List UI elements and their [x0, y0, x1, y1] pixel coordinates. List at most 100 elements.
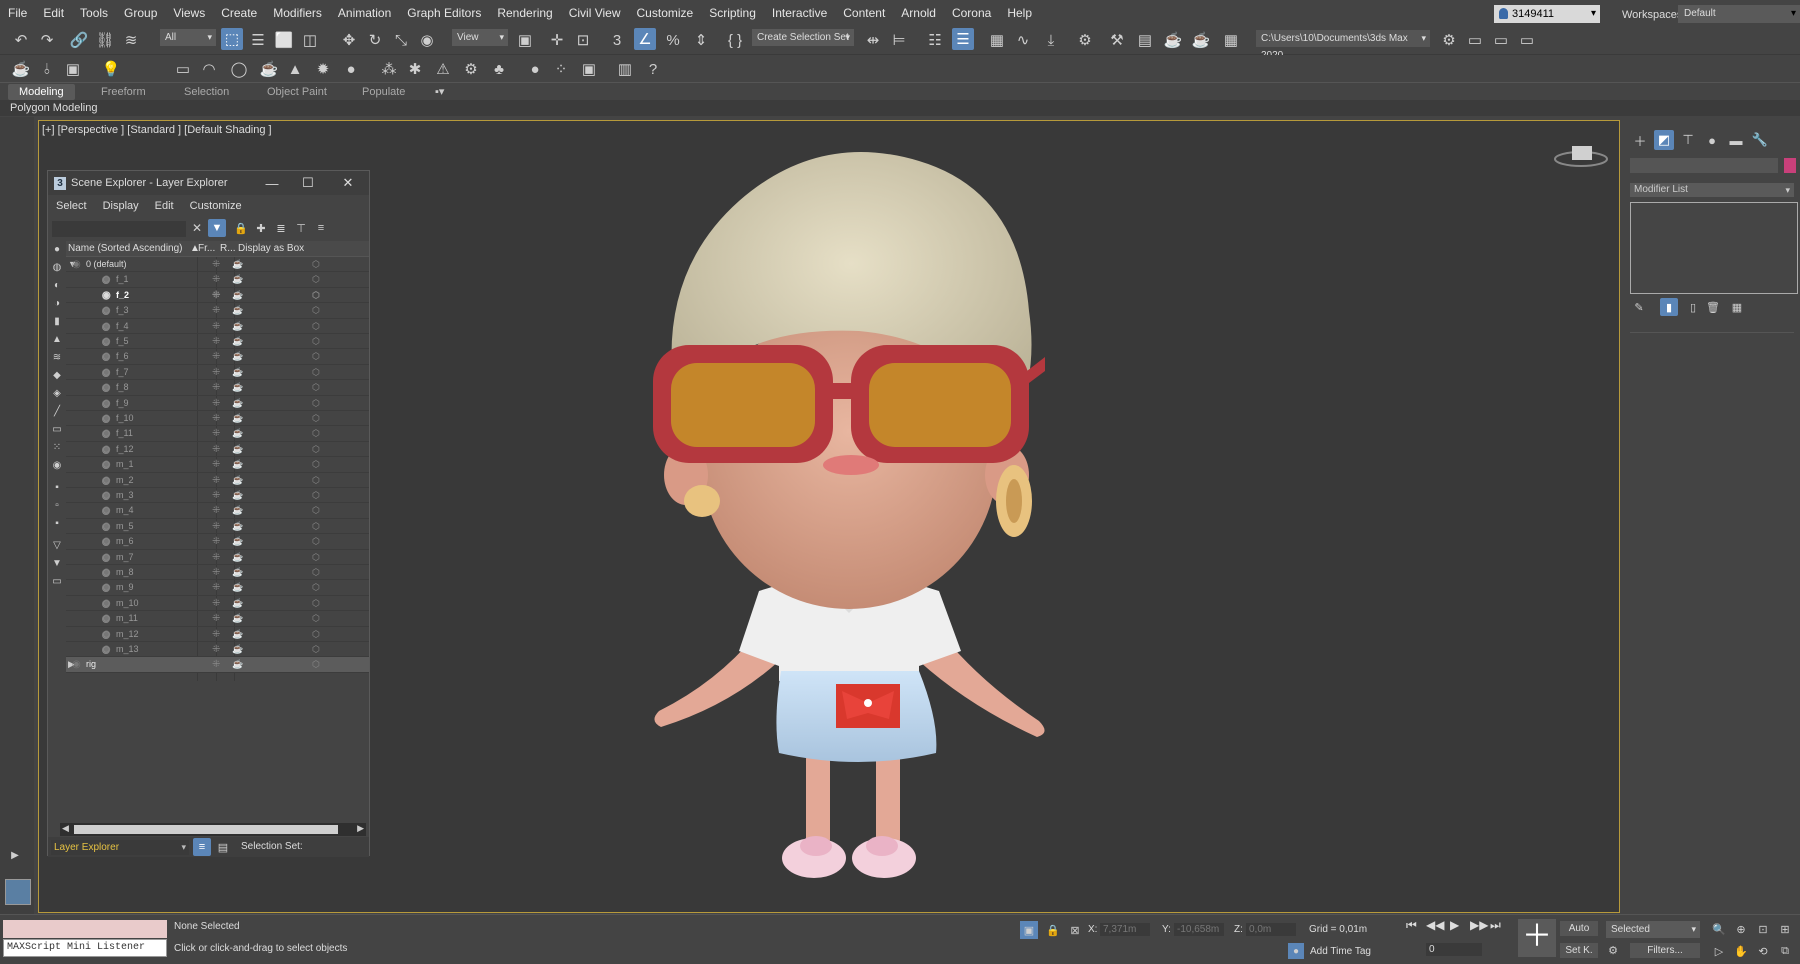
renderable-teapot-icon[interactable]: ☕: [232, 365, 243, 380]
project-folder-icon[interactable]: ▭: [1490, 29, 1512, 51]
pivot-center-icon[interactable]: ▣: [514, 29, 536, 51]
sphere-icon[interactable]: ◯: [228, 58, 250, 80]
edit-named-selection-icon[interactable]: { }: [724, 29, 746, 51]
renderable-teapot-icon[interactable]: ☕: [232, 519, 243, 534]
layer-row[interactable]: ◉ f_6 ⁜ ☕ ⬡: [66, 349, 369, 365]
column-renderable[interactable]: R...: [220, 241, 236, 257]
layer-row[interactable]: ◉ f_1 ⁜ ☕ ⬡: [66, 272, 369, 288]
visibility-eye-icon[interactable]: ◉: [102, 550, 111, 565]
renderable-teapot-icon[interactable]: ☕: [232, 473, 243, 488]
go-to-start-icon[interactable]: ⏮: [1406, 918, 1417, 933]
visibility-eye-icon[interactable]: ◉: [102, 396, 111, 411]
freeze-icon[interactable]: ⁜: [212, 380, 220, 395]
visibility-eye-icon[interactable]: ◉: [102, 565, 111, 580]
select-manipulate-icon[interactable]: ✛: [546, 29, 568, 51]
renderable-teapot-icon[interactable]: ☕: [232, 272, 243, 287]
field-of-view-icon[interactable]: ▷: [1710, 942, 1728, 960]
display-as-box-icon[interactable]: ⬡: [312, 380, 320, 395]
menu-interactive[interactable]: Interactive: [764, 0, 835, 26]
visibility-eye-icon[interactable]: ◉: [102, 365, 111, 380]
toggle-ribbon-icon[interactable]: ▦: [986, 29, 1008, 51]
freeze-icon[interactable]: ⁜: [212, 473, 220, 488]
configure-modifier-sets-icon[interactable]: ▦: [1728, 298, 1746, 316]
se-menu-display[interactable]: Display: [95, 195, 147, 217]
display-as-box-icon[interactable]: ⬡: [312, 411, 320, 426]
column-name[interactable]: Name (Sorted Ascending): [68, 241, 183, 257]
render-production-icon[interactable]: ☕: [1162, 29, 1184, 51]
visibility-eye-icon[interactable]: ◉: [102, 596, 111, 611]
select-all-icon[interactable]: ▪: [49, 479, 65, 495]
close-icon[interactable]: ✕: [328, 171, 368, 195]
rotate-icon[interactable]: ↻: [364, 29, 386, 51]
lights-filter-icon[interactable]: ◑: [49, 295, 65, 311]
align-icon[interactable]: ⊨: [888, 29, 910, 51]
visibility-eye-icon[interactable]: ◉: [102, 580, 111, 595]
visibility-eye-icon[interactable]: ◉: [72, 257, 81, 272]
show-end-result-icon[interactable]: ▮: [1660, 298, 1678, 316]
modifier-stack[interactable]: [1630, 202, 1798, 294]
layer-row[interactable]: ◉ m_4 ⁜ ☕ ⬡: [66, 503, 369, 519]
spinner-snap-icon[interactable]: ⇕: [690, 29, 712, 51]
bind-space-warp-icon[interactable]: ≋: [120, 29, 142, 51]
layer-row[interactable]: ◉ f_9 ⁜ ☕ ⬡: [66, 396, 369, 411]
display-as-box-icon[interactable]: ⬡: [312, 642, 320, 657]
percent-snap-icon[interactable]: %: [662, 29, 684, 51]
toggle-layer-explorer-icon[interactable]: ☰: [952, 28, 974, 50]
display-as-box-icon[interactable]: ⬡: [312, 319, 320, 334]
select-by-name-icon[interactable]: ☰: [247, 29, 269, 51]
create-tab-icon[interactable]: ＋: [1630, 130, 1650, 150]
visibility-eye-icon[interactable]: ◉: [102, 611, 111, 626]
display-as-box-icon[interactable]: ⬡: [312, 519, 320, 534]
lock-icon[interactable]: 🔒: [232, 219, 250, 237]
layer-row[interactable]: ◉ f_7 ⁜ ☕ ⬡: [66, 365, 369, 381]
filter-toggle-icon[interactable]: ▽: [49, 537, 65, 553]
scroll-left-icon[interactable]: ◀: [62, 823, 69, 834]
display-as-box-icon[interactable]: ⬡: [312, 565, 320, 580]
renderable-teapot-icon[interactable]: ☕: [232, 534, 243, 549]
light-icon[interactable]: 💡: [100, 58, 122, 80]
column-display-as-box[interactable]: Display as Box: [238, 241, 304, 257]
visibility-eye-icon[interactable]: ◉: [102, 426, 111, 441]
menu-content[interactable]: Content: [835, 0, 893, 26]
visibility-eye-icon[interactable]: ◉: [102, 442, 111, 457]
renderable-teapot-icon[interactable]: ☕: [232, 334, 243, 349]
display-all-icon[interactable]: ●: [49, 241, 65, 257]
make-unique-icon[interactable]: ▯: [1684, 298, 1702, 316]
clear-search-icon[interactable]: ✕: [188, 219, 206, 237]
display-as-box-icon[interactable]: ⬡: [312, 334, 320, 349]
keyboard-shortcut-override-icon[interactable]: ⊡: [572, 29, 594, 51]
maxscript-input[interactable]: MAXScript Mini Listener: [3, 939, 167, 957]
add-to-layer-icon[interactable]: ≣: [272, 219, 290, 237]
freeze-icon[interactable]: ⁜: [212, 303, 220, 318]
freeze-icon[interactable]: ⁜: [212, 596, 220, 611]
renderable-teapot-icon[interactable]: ☕: [232, 303, 243, 318]
remove-modifier-icon[interactable]: 🗑: [1704, 298, 1722, 316]
viewport-layout-thumb[interactable]: [5, 879, 31, 905]
freeze-icon[interactable]: ⁜: [212, 503, 220, 518]
visibility-eye-icon[interactable]: ◉: [102, 534, 111, 549]
visibility-eye-icon[interactable]: ◉: [102, 488, 111, 503]
shapes-filter-icon[interactable]: ◐: [49, 277, 65, 293]
tab-populate[interactable]: Populate: [351, 84, 416, 100]
menu-customize[interactable]: Customize: [629, 0, 702, 26]
filter-icon[interactable]: ▼: [208, 219, 226, 237]
new-layer-icon[interactable]: ✚: [252, 219, 270, 237]
tab-modeling[interactable]: Modeling: [8, 84, 75, 100]
move-icon[interactable]: ✥: [338, 29, 360, 51]
renderable-teapot-icon[interactable]: ☕: [232, 565, 243, 580]
render-frame-icon[interactable]: ▣: [62, 58, 84, 80]
freeze-icon[interactable]: ⁜: [212, 642, 220, 657]
layer-row[interactable]: ◉ f_4 ⁜ ☕ ⬡: [66, 319, 369, 334]
object-color-swatch[interactable]: [1784, 158, 1796, 173]
layer-row[interactable]: ◉ m_12 ⁜ ☕ ⬡: [66, 627, 369, 642]
layer-row[interactable]: ◉ m_9 ⁜ ☕ ⬡: [66, 580, 369, 596]
freeze-icon[interactable]: ⁜: [212, 519, 220, 534]
menu-modifiers[interactable]: Modifiers: [265, 0, 330, 26]
layer-row[interactable]: ◉ m_6 ⁜ ☕ ⬡: [66, 534, 369, 550]
create-link-icon[interactable]: ⫰: [36, 58, 58, 80]
bones-filter-icon[interactable]: ╱: [49, 403, 65, 419]
reference-coordinate-dropdown[interactable]: View: [452, 29, 508, 46]
mirror-icon[interactable]: ⇹: [862, 29, 884, 51]
visibility-eye-icon[interactable]: ◉: [102, 503, 111, 518]
visibility-eye-icon[interactable]: ◉: [102, 411, 111, 426]
